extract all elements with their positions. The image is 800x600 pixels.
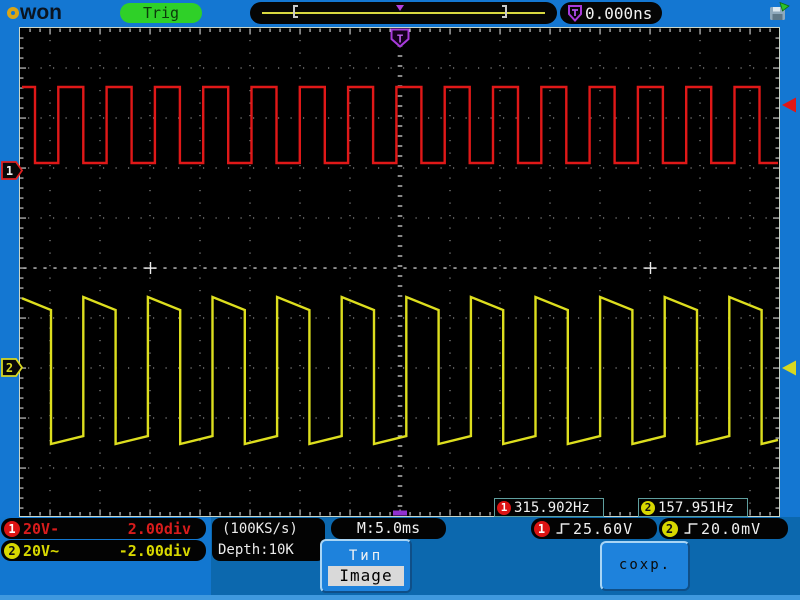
acquisition-readout: (100KS/s) Depth:10K — [212, 518, 325, 561]
trigger-position-indicator — [250, 2, 557, 24]
ch2-trigger-readout: 2 20.0mV — [659, 518, 788, 539]
ch2-trigger-level: 20.0mV — [701, 520, 761, 538]
softkey-type-value[interactable]: Image — [328, 566, 404, 586]
rising-edge-icon — [555, 522, 571, 535]
ch1-settings-readout: 1 20V- 2.00div — [1, 518, 206, 539]
ch1-badge: 1 — [4, 521, 20, 537]
ch2-trigger-level-arrow[interactable] — [782, 361, 796, 376]
ch1-trigger-readout: 1 25.60V — [531, 518, 657, 539]
ch2-position-marker-label: 2 — [6, 361, 13, 375]
ch2-badge: 2 — [662, 521, 678, 537]
ch2-scale: 20V~ — [23, 542, 59, 560]
window-right-bracket-icon — [502, 5, 507, 18]
owon-logo-o-icon — [7, 7, 19, 19]
ch1-scale: 20V- — [23, 520, 59, 538]
ch2-settings-readout: 2 20V~ -2.00div — [1, 540, 206, 561]
ch2-badge: 2 — [4, 543, 20, 559]
ch2-badge: 2 — [641, 501, 655, 515]
trigger-time-value: 0.000ns — [585, 4, 652, 23]
ch2-frequency-value: 157.951Hz — [658, 500, 734, 516]
sample-rate: (100KS/s) — [218, 519, 325, 540]
ch1-trigger-level-arrow[interactable] — [782, 98, 796, 113]
oscilloscope-ui: 12T 1 315.902Hz 2 157.951Hz won Trig 0.0… — [0, 0, 800, 600]
trigger-position-arrow-icon[interactable] — [396, 5, 404, 11]
softkey-type-button[interactable]: Тип Image — [320, 539, 412, 593]
trigger-status-badge: Trig — [120, 3, 202, 23]
ch1-frequency-readout: 1 315.902Hz — [494, 498, 604, 517]
timebase-readout: M:5.0ms — [331, 518, 446, 539]
display-area — [19, 27, 780, 517]
ch1-badge: 1 — [497, 501, 511, 515]
bottom-edge-strip — [0, 595, 800, 600]
top-bar: won Trig 0.000ns — [0, 0, 800, 27]
trigger-t-icon — [568, 5, 582, 22]
softkey-save-button[interactable]: сохр. — [600, 541, 690, 591]
ch1-position-marker-label: 1 — [6, 164, 13, 178]
owon-logo: won — [7, 2, 62, 23]
ch1-badge: 1 — [534, 521, 550, 537]
softkey-type-label: Тип — [322, 548, 410, 564]
rising-edge-icon — [683, 522, 699, 535]
window-left-bracket-icon — [293, 5, 298, 18]
memory-depth: Depth:10K — [218, 540, 325, 561]
save-image-icon[interactable] — [768, 2, 790, 23]
ch2-position: -2.00div — [119, 542, 191, 560]
ch1-position: 2.00div — [128, 520, 191, 538]
ch1-trigger-level: 25.60V — [573, 520, 633, 538]
owon-logo-text: won — [20, 2, 62, 23]
ch1-frequency-value: 315.902Hz — [514, 500, 590, 516]
trigger-time-readout: 0.000ns — [560, 2, 662, 24]
ch2-frequency-readout: 2 157.951Hz — [638, 498, 748, 517]
